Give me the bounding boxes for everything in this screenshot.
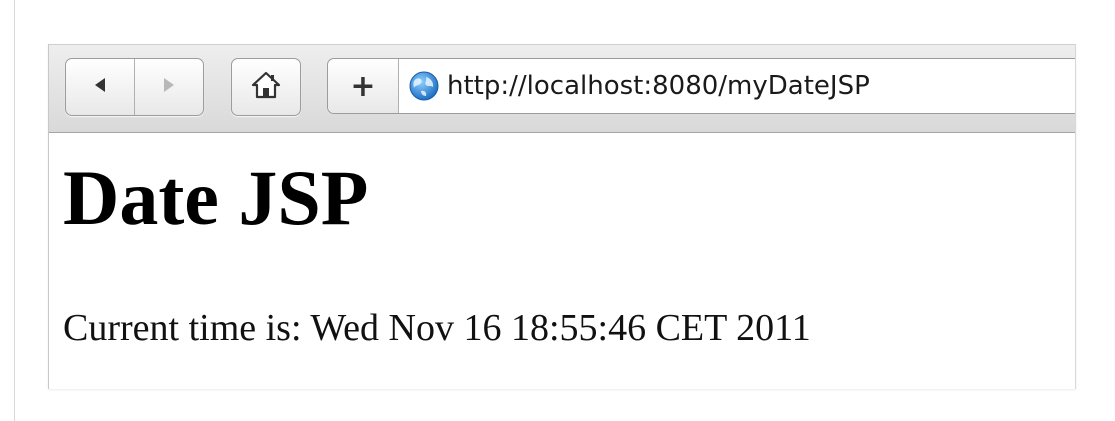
home-button[interactable]	[231, 58, 301, 116]
browser-window: + http://localhost:8080/myDateJSP Date J…	[48, 44, 1076, 389]
back-arrow-icon	[91, 76, 109, 99]
window-edge	[14, 0, 15, 421]
browser-toolbar: + http://localhost:8080/myDateJSP	[49, 45, 1075, 133]
url-text: http://localhost:8080/myDateJSP	[447, 71, 870, 101]
page-title: Date JSP	[63, 154, 369, 241]
home-icon	[251, 71, 281, 103]
forward-button[interactable]	[134, 59, 203, 115]
page-content: Date JSP Current time is: Wed Nov 16 18:…	[49, 133, 1075, 389]
plus-icon: +	[350, 68, 376, 104]
add-bookmark-button[interactable]: +	[328, 59, 399, 113]
navigation-buttons	[65, 58, 204, 116]
globe-icon	[407, 69, 441, 103]
address-bar[interactable]: + http://localhost:8080/myDateJSP	[327, 58, 1075, 114]
current-time-text: Current time is: Wed Nov 16 18:55:46 CET…	[63, 307, 811, 349]
forward-arrow-icon	[160, 76, 178, 99]
back-button[interactable]	[66, 59, 134, 115]
screenshot-frame: + http://localhost:8080/myDateJSP Date J…	[0, 0, 1115, 421]
